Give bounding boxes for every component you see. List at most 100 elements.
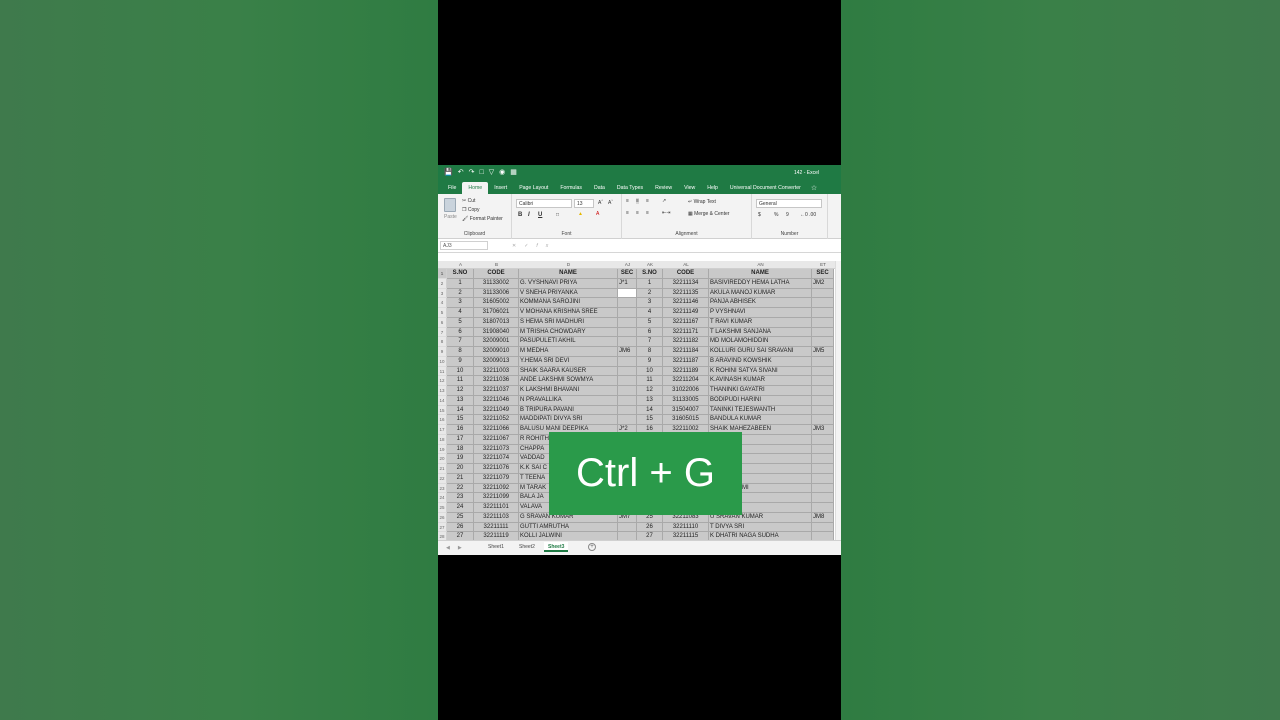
tab-data[interactable]: Data xyxy=(588,182,611,194)
table-cell[interactable]: MD MOLAMOHIDDIN xyxy=(709,337,812,347)
table-cell[interactable]: 32009001 xyxy=(474,337,519,347)
row-number[interactable]: 21 xyxy=(438,464,447,474)
table-cell[interactable] xyxy=(812,366,834,377)
table-cell[interactable]: 32211101 xyxy=(474,503,519,513)
table-cell[interactable]: 31504007 xyxy=(663,405,709,416)
table-cell[interactable]: KOMMANA SAROJINI xyxy=(519,298,618,308)
save-icon[interactable]: 💾 xyxy=(444,169,453,176)
border-icon[interactable]: □ xyxy=(556,212,559,218)
table-cell[interactable]: 31605015 xyxy=(663,415,709,425)
row-number[interactable]: 19 xyxy=(438,444,447,455)
table-cell[interactable] xyxy=(618,337,637,347)
table-cell[interactable]: KOLLURI GURU SAI SRAVANI xyxy=(709,347,812,357)
table-cell[interactable]: 32211073 xyxy=(474,444,519,455)
tab-review[interactable]: Review xyxy=(649,182,678,194)
table-cell[interactable]: 32009010 xyxy=(474,347,519,357)
indent-icon[interactable]: ⇤⇥ xyxy=(662,210,670,216)
row-number[interactable]: 6 xyxy=(438,317,447,328)
font-name-select[interactable]: Calibri xyxy=(516,199,572,208)
table-cell[interactable] xyxy=(812,308,834,318)
header-cell[interactable]: SEC xyxy=(618,269,637,279)
table-cell[interactable]: N PRAVALLIKA xyxy=(519,395,618,406)
table-cell[interactable]: P VYSHNAVI xyxy=(709,308,812,318)
table-cell[interactable]: 3 xyxy=(637,298,663,308)
table-cell[interactable]: 32211036 xyxy=(474,376,519,386)
table-cell[interactable]: 26 xyxy=(447,522,474,533)
bold-button[interactable]: B xyxy=(518,212,522,218)
table-cell[interactable] xyxy=(812,493,834,503)
table-cell[interactable]: GUTTI AMRUTHA xyxy=(519,522,618,533)
table-cell[interactable]: BASIVIREDDY HEMA LATHA xyxy=(709,278,812,289)
camera-icon[interactable]: ◉ xyxy=(499,169,505,176)
table-cell[interactable]: 9 xyxy=(637,356,663,367)
table-cell[interactable]: B ARAVIND KOWSHIK xyxy=(709,356,812,367)
table-cell[interactable] xyxy=(812,337,834,347)
table-cell[interactable]: JM5 xyxy=(812,347,834,357)
table-cell[interactable]: 8 xyxy=(447,347,474,357)
row-number[interactable]: 4 xyxy=(438,298,447,308)
column-header-an[interactable]: AN xyxy=(709,262,812,267)
filter-icon[interactable]: ▽ xyxy=(489,169,494,176)
table-cell[interactable] xyxy=(812,386,834,396)
table-cell[interactable]: 25 xyxy=(447,512,474,523)
table-cell[interactable]: JM2 xyxy=(812,278,834,289)
comma-button[interactable]: 9 xyxy=(786,212,789,218)
table-cell[interactable]: PASUPULETI AKHIL xyxy=(519,337,618,347)
row-number[interactable]: 23 xyxy=(438,483,447,494)
table-cell[interactable]: 32211135 xyxy=(663,288,709,299)
vertical-scrollbar[interactable] xyxy=(835,261,841,541)
copy-button[interactable]: ❐ Copy xyxy=(462,207,480,213)
cut-button[interactable]: ✂ Cut xyxy=(462,198,475,204)
table-cell[interactable]: 5 xyxy=(637,317,663,328)
table-cell[interactable]: 15 xyxy=(637,415,663,425)
add-sheet-button[interactable]: + xyxy=(588,543,596,551)
table-cell[interactable]: 32211204 xyxy=(663,376,709,386)
sheet-nav-arrows[interactable]: ◀▶ xyxy=(446,545,470,551)
table-cell[interactable]: 20 xyxy=(447,464,474,474)
decimal-icon[interactable]: ←0 .00 xyxy=(800,212,816,218)
table-cell[interactable]: 15 xyxy=(447,415,474,425)
row-number[interactable]: 8 xyxy=(438,337,447,347)
table-cell[interactable]: 3 xyxy=(447,298,474,308)
paste-button[interactable]: Paste xyxy=(444,214,457,220)
align-middle-icon[interactable]: ≡ xyxy=(636,198,639,204)
tab-data-types[interactable]: Data Types xyxy=(611,182,649,194)
table-cell[interactable]: 32211046 xyxy=(474,395,519,406)
table-cell[interactable]: 17 xyxy=(447,434,474,445)
number-format-select[interactable]: General xyxy=(756,199,822,208)
row-number[interactable]: 22 xyxy=(438,473,447,484)
sheet-tab-sheet3[interactable]: Sheet3 xyxy=(544,542,569,552)
table-cell[interactable]: 12 xyxy=(637,386,663,396)
header-cell[interactable]: NAME xyxy=(709,269,812,279)
row-number[interactable]: 15 xyxy=(438,405,447,416)
row-number[interactable]: 14 xyxy=(438,395,447,406)
table-cell[interactable]: TANINKI TEJESWANTH xyxy=(709,405,812,416)
column-header-d[interactable]: D xyxy=(519,262,618,267)
table-cell[interactable]: 31807013 xyxy=(474,317,519,328)
table-cell[interactable]: 32211052 xyxy=(474,415,519,425)
sheet-tab-sheet1[interactable]: Sheet1 xyxy=(484,542,508,552)
table-cell[interactable]: 6 xyxy=(447,327,474,338)
table-cell[interactable]: 32211187 xyxy=(663,356,709,367)
table-cell[interactable]: ANDE LAKSHMI SOWMYA xyxy=(519,376,618,386)
table-cell[interactable]: 32211167 xyxy=(663,317,709,328)
undo-icon[interactable]: ↶ xyxy=(458,169,464,176)
table-cell[interactable]: 9 xyxy=(447,356,474,367)
table-cell[interactable] xyxy=(618,327,637,338)
table-cell[interactable]: G. VYSHNAVI PRIYA xyxy=(519,278,618,289)
row-number[interactable]: 9 xyxy=(438,347,447,357)
table-cell[interactable]: 32211079 xyxy=(474,473,519,484)
table-cell[interactable]: THANINKI GAYATRI xyxy=(709,386,812,396)
table-cell[interactable]: T DIVYA SRI xyxy=(709,522,812,533)
format-painter-button[interactable]: 🖌 Format Painter xyxy=(462,216,503,222)
table-cell[interactable]: B TRIPURA PAVANI xyxy=(519,405,618,416)
table-cell[interactable] xyxy=(618,395,637,406)
column-header-b[interactable]: B xyxy=(474,262,519,267)
row-number[interactable]: 10 xyxy=(438,356,447,367)
table-cell[interactable] xyxy=(618,415,637,425)
table-cell[interactable] xyxy=(618,308,637,318)
tab-file[interactable]: File xyxy=(442,182,462,194)
column-header-et[interactable]: ET xyxy=(812,262,834,267)
tab-formulas[interactable]: Formulas xyxy=(554,182,588,194)
table-cell[interactable]: 32211003 xyxy=(474,366,519,377)
